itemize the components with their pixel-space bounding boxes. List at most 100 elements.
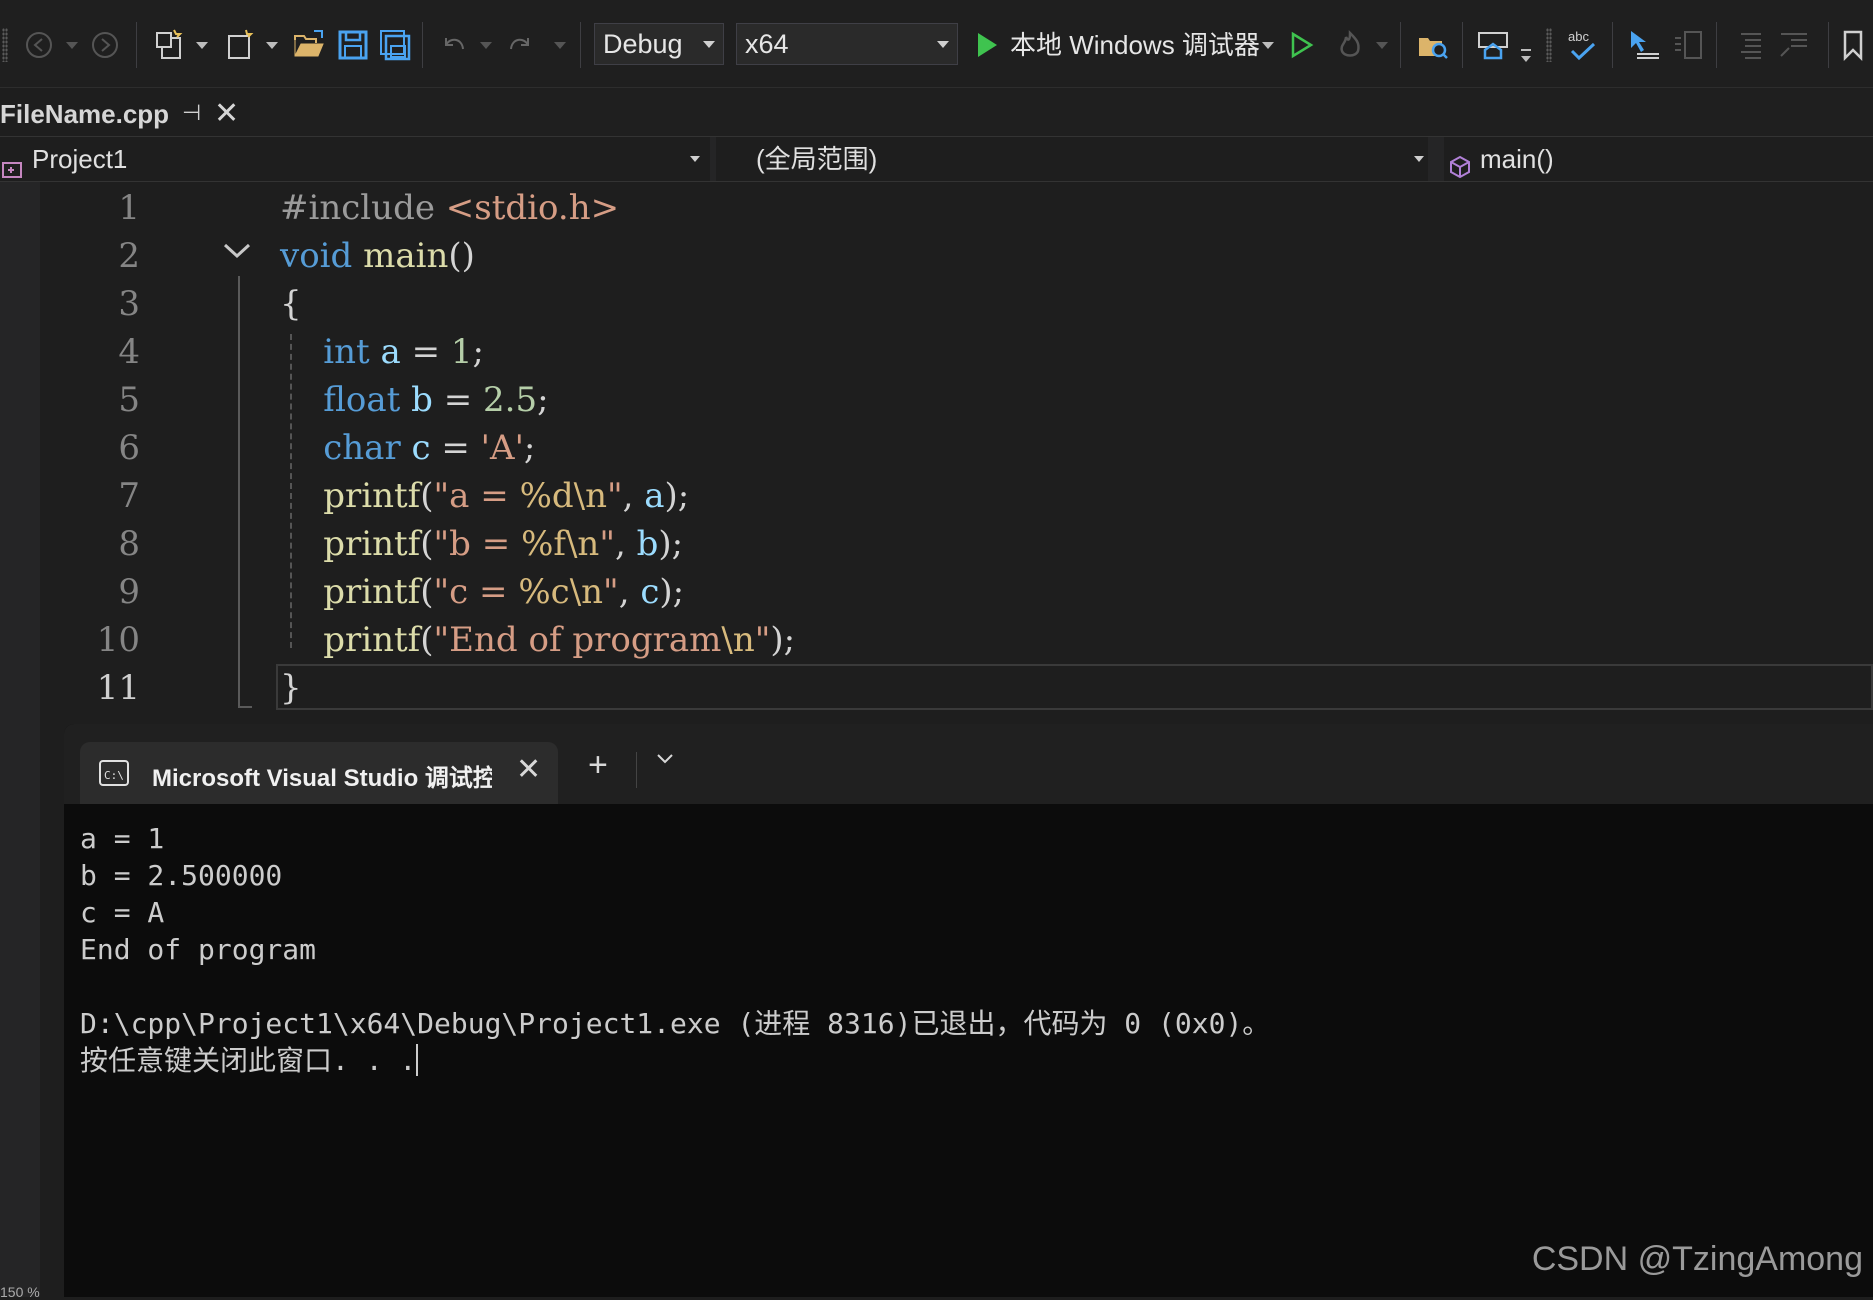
console-output-line: End of program xyxy=(80,933,317,966)
code-line[interactable]: { xyxy=(280,284,302,324)
save-icon[interactable] xyxy=(334,26,372,64)
code-line[interactable]: } xyxy=(280,668,302,708)
open-folder-icon[interactable] xyxy=(1414,26,1452,64)
document-tab-row: FileName.cpp ⊣ ✕ xyxy=(0,88,1873,136)
line-number: 6 xyxy=(118,428,140,468)
undo-dropdown-icon[interactable] xyxy=(480,42,492,49)
code-line[interactable]: printf("b = %f\n", b); xyxy=(280,524,683,564)
console-output-line: D:\cpp\Project1\x64\Debug\Project1.exe (… xyxy=(80,1007,1271,1040)
new-tab-plus-icon[interactable]: + xyxy=(588,746,608,785)
code-token: b xyxy=(411,380,433,420)
scope-dropdown[interactable]: (全局范围) xyxy=(716,137,1426,181)
new-project-dropdown-icon[interactable] xyxy=(196,42,208,49)
line-number: 5 xyxy=(118,380,140,420)
indent-icon[interactable] xyxy=(1728,26,1768,64)
code-token: ); xyxy=(658,524,684,564)
code-token: "b = xyxy=(433,524,522,564)
navigate-back-dropdown-icon[interactable] xyxy=(66,42,78,49)
code-token: printf xyxy=(280,524,421,564)
save-all-icon[interactable] xyxy=(376,26,414,64)
add-item-icon[interactable] xyxy=(220,26,258,64)
code-token: , xyxy=(622,476,645,516)
line-number: 7 xyxy=(118,476,140,516)
code-token: c xyxy=(640,572,660,612)
member-dropdown[interactable]: main() xyxy=(1444,137,1873,181)
project-dropdown[interactable]: Project1 xyxy=(0,137,708,181)
solution-config-dropdown[interactable]: Debug xyxy=(594,23,724,65)
pin-icon[interactable]: ⊣ xyxy=(182,100,201,126)
line-number: 11 xyxy=(96,668,140,708)
debug-console-window[interactable]: C:\ Microsoft Visual Studio 调试控制台 ✕ + a … xyxy=(64,724,1873,1297)
code-token: a xyxy=(644,476,665,516)
solution-explorer-icon[interactable] xyxy=(1474,26,1512,64)
console-output-line: b = 2.500000 xyxy=(80,859,283,892)
code-line[interactable]: int a = 1; xyxy=(280,332,484,372)
code-token: ); xyxy=(664,476,690,516)
code-token: #include xyxy=(280,188,446,228)
code-token: } xyxy=(280,668,302,708)
navigation-bar: Project1 (全局范围) main() xyxy=(0,136,1873,182)
code-token: float xyxy=(280,380,412,420)
open-file-icon[interactable] xyxy=(290,26,328,64)
code-line[interactable]: printf("End of program\n"); xyxy=(280,620,795,660)
start-without-debugging-icon[interactable] xyxy=(1284,26,1320,64)
toolbar-grip[interactable] xyxy=(2,28,8,62)
navigate-forward-icon[interactable] xyxy=(88,28,122,62)
code-token: void xyxy=(280,236,364,276)
code-token: ; xyxy=(523,428,536,468)
code-token: ; xyxy=(472,332,484,372)
close-icon[interactable]: ✕ xyxy=(214,96,239,131)
document-tab[interactable]: FileName.cpp ⊣ ✕ xyxy=(0,88,250,136)
toolbar-overflow-icon[interactable] xyxy=(1518,46,1534,66)
line-number: 8 xyxy=(118,524,140,564)
zoom-level[interactable]: 150 % xyxy=(0,1284,40,1300)
hot-reload-icon[interactable] xyxy=(1330,26,1370,64)
code-line[interactable]: printf("c = %c\n", c); xyxy=(280,572,684,612)
code-token: \n xyxy=(721,620,755,660)
fold-chevron-icon[interactable] xyxy=(222,240,252,267)
hot-reload-dropdown-icon[interactable] xyxy=(1376,42,1388,49)
console-tab[interactable]: C:\ Microsoft Visual Studio 调试控制台 ✕ xyxy=(80,742,558,804)
console-tab-title: Microsoft Visual Studio 调试控制台 xyxy=(152,765,492,792)
chevron-down-icon xyxy=(690,156,700,162)
svg-text:C:\: C:\ xyxy=(104,769,124,782)
code-token: ); xyxy=(659,572,685,612)
code-line[interactable]: float b = 2.5; xyxy=(280,380,548,420)
redo-dropdown-icon[interactable] xyxy=(554,42,566,49)
fold-region-line xyxy=(238,276,240,706)
document-tab-label: FileName.cpp xyxy=(0,99,170,129)
tab-dropdown-chevron-icon[interactable] xyxy=(654,748,676,775)
select-pointer-icon[interactable] xyxy=(1624,26,1664,64)
code-token: a xyxy=(380,332,401,372)
add-item-dropdown-icon[interactable] xyxy=(266,42,278,49)
close-icon[interactable]: ✕ xyxy=(516,752,541,787)
navigate-back-icon[interactable] xyxy=(22,28,56,62)
code-line[interactable]: printf("a = %d\n", a); xyxy=(280,476,689,516)
outdent-icon[interactable] xyxy=(1774,26,1814,64)
new-project-icon[interactable] xyxy=(150,26,188,64)
solution-platform-value: x64 xyxy=(745,29,789,59)
code-token: " xyxy=(603,572,619,612)
code-line[interactable]: char c = 'A'; xyxy=(280,428,535,468)
start-debugging-button[interactable]: 本地 Windows 调试器 xyxy=(1010,24,1260,66)
start-debugging-icon[interactable] xyxy=(970,26,1004,64)
console-output: a = 1 b = 2.500000 c = A End of program D:\… xyxy=(80,820,1270,1079)
code-token: main xyxy=(363,236,449,276)
column-view-icon[interactable] xyxy=(1668,26,1708,64)
code-token: char xyxy=(280,428,412,468)
code-token: <stdio.h> xyxy=(445,188,620,228)
code-token: printf xyxy=(280,620,421,660)
code-token: = xyxy=(400,332,451,372)
toolbar-grip[interactable] xyxy=(1546,28,1552,62)
undo-icon[interactable] xyxy=(436,28,470,62)
code-line[interactable]: void main() xyxy=(280,236,475,276)
code-token: %f\n xyxy=(521,524,600,564)
redo-icon[interactable] xyxy=(504,28,538,62)
code-token: "c = xyxy=(433,572,519,612)
solution-platform-dropdown[interactable]: x64 xyxy=(736,23,958,65)
spell-check-icon[interactable]: abc xyxy=(1562,24,1602,66)
code-line[interactable]: #include <stdio.h> xyxy=(280,188,619,228)
bookmark-icon[interactable] xyxy=(1836,26,1870,64)
debugger-dropdown-icon[interactable] xyxy=(1262,42,1274,49)
